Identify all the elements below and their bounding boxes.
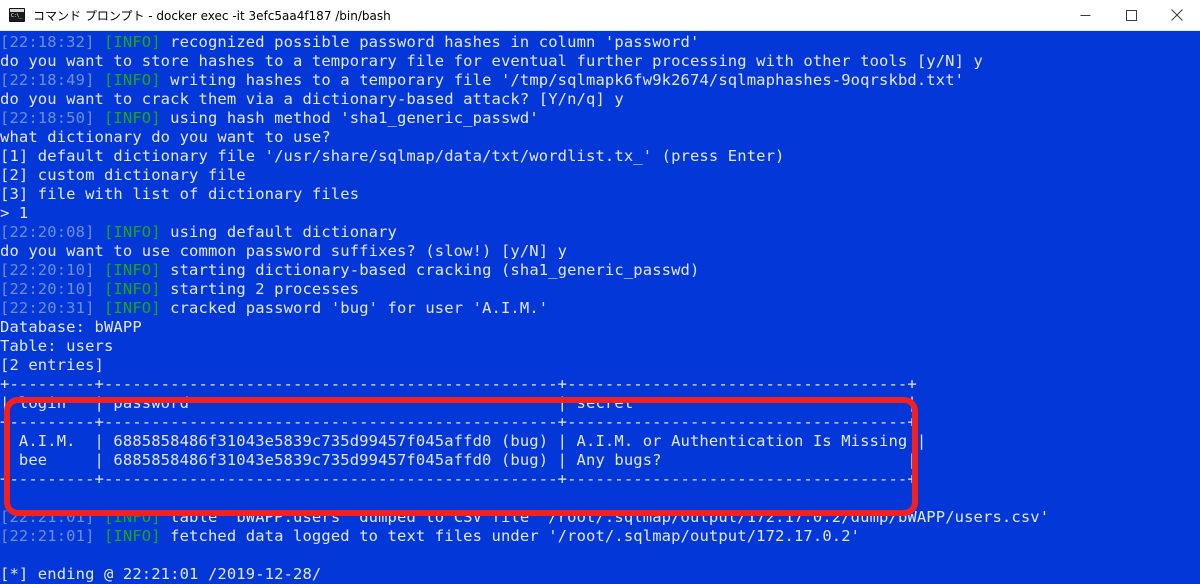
console-line: [22:18:32] [INFO] recognized possible pa… — [0, 33, 700, 51]
console-line: [3] file with list of dictionary files — [0, 185, 360, 203]
console-line: do you want to crack them via a dictiona… — [0, 90, 624, 108]
console-icon — [9, 8, 25, 22]
maximize-icon[interactable] — [1108, 0, 1154, 31]
console-text-buffer: [22:18:32] [INFO] recognized possible pa… — [0, 33, 1049, 584]
console-line: [2] custom dictionary file — [0, 166, 246, 184]
console-line: | login | password | secret | — [0, 394, 917, 412]
console-line: [22:20:10] [INFO] starting 2 processes — [0, 280, 360, 298]
console-line: what dictionary do you want to use? — [0, 128, 331, 146]
console-line: do you want to store hashes to a tempora… — [0, 52, 983, 70]
window-controls — [1062, 0, 1200, 31]
console-line: | bee | 6885858486f31043e5839c735d99457f… — [0, 451, 917, 469]
console-line: [22:20:31] [INFO] cracked password 'bug'… — [0, 299, 549, 317]
console-output-area[interactable]: [22:18:32] [INFO] recognized possible pa… — [0, 31, 1200, 584]
console-line: [22:18:49] [INFO] writing hashes to a te… — [0, 71, 965, 89]
console-line: +---------+-----------------------------… — [0, 413, 917, 431]
console-line: do you want to use common password suffi… — [0, 242, 568, 260]
console-line: Database: bWAPP — [0, 318, 142, 336]
minimize-icon[interactable] — [1062, 0, 1108, 31]
console-line: [2 entries] — [0, 356, 104, 374]
close-icon[interactable] — [1154, 0, 1200, 31]
console-line: +---------+-----------------------------… — [0, 470, 917, 488]
console-line: [22:21:01] [INFO] table 'bWAPP.users' du… — [0, 508, 1050, 526]
console-line: [22:18:50] [INFO] using hash method 'sha… — [0, 109, 539, 127]
console-line: [1] default dictionary file '/usr/share/… — [0, 147, 785, 165]
console-line: [*] ending @ 22:21:01 /2019-12-28/ — [0, 565, 322, 583]
console-line: [22:21:01] [INFO] fetched data logged to… — [0, 527, 861, 545]
window-title: コマンド プロンプト - docker exec -it 3efc5aa4f18… — [33, 8, 391, 23]
console-line: > 1 — [0, 204, 29, 222]
console-line: | A.I.M. | 6885858486f31043e5839c735d994… — [0, 432, 927, 450]
titlebar-left-group: コマンド プロンプト - docker exec -it 3efc5aa4f18… — [0, 7, 1062, 24]
window-titlebar[interactable]: コマンド プロンプト - docker exec -it 3efc5aa4f18… — [0, 0, 1200, 31]
console-line: [22:20:08] [INFO] using default dictiona… — [0, 223, 397, 241]
console-line: [22:20:10] [INFO] starting dictionary-ba… — [0, 261, 700, 279]
console-line: Table: users — [0, 337, 114, 355]
console-line: +---------+-----------------------------… — [0, 375, 917, 393]
